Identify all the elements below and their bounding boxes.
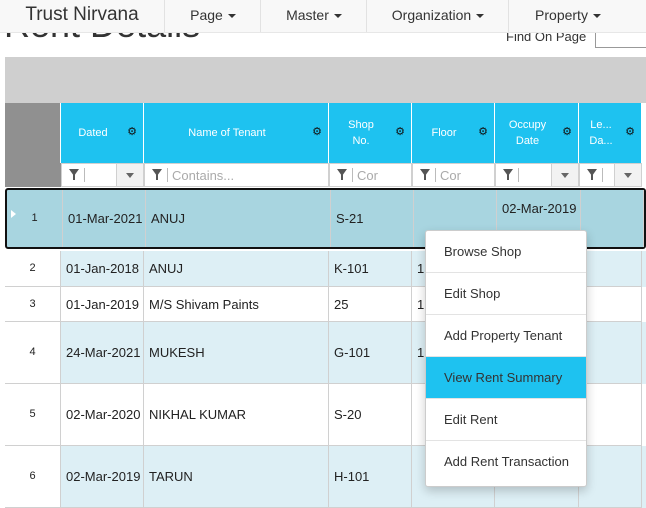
grid-header-row: Dated ⚙ Name of Tenant ⚙ Shop No. ⚙ Floo… <box>5 103 646 163</box>
filter-icon[interactable] <box>337 169 347 180</box>
filter-shop-no[interactable]: Cor <box>329 163 412 187</box>
column-settings-icon[interactable]: ⚙ <box>395 125 405 138</box>
dropdown-arrow-icon[interactable] <box>116 164 143 186</box>
cell-lease <box>581 190 644 247</box>
column-header-occupy-date[interactable]: Occupy Date ⚙ <box>495 103 579 163</box>
cell-name: ANUJ <box>146 190 331 247</box>
caret-down-icon <box>333 14 342 19</box>
nav-page-label: Page <box>190 7 223 23</box>
filter-selector-cell <box>5 163 61 187</box>
nav-master-menu[interactable]: Master <box>260 0 367 32</box>
nav-organization-menu[interactable]: Organization <box>366 0 509 32</box>
cell-shop: K-101 <box>329 251 412 287</box>
filter-occupy-date[interactable] <box>495 163 579 187</box>
caret-down-icon <box>476 14 485 19</box>
dropdown-arrow-icon[interactable] <box>551 164 578 186</box>
column-header-floor[interactable]: Floor ⚙ <box>412 103 495 163</box>
column-header-shop-no[interactable]: Shop No. ⚙ <box>329 103 412 163</box>
column-header-dated[interactable]: Dated ⚙ <box>61 103 144 163</box>
cell-lease <box>579 287 642 322</box>
filter-shop-placeholder: Cor <box>357 168 378 183</box>
cell-shop: 25 <box>329 287 412 322</box>
nav-page-menu[interactable]: Page <box>164 0 261 32</box>
nav-master-label: Master <box>286 7 329 23</box>
cell-dated-text: 02-Mar-2020 <box>66 407 141 422</box>
cell-dated: 02-Mar-2020 <box>61 384 144 446</box>
cell-dated: 01-Mar-2021 <box>63 190 146 247</box>
nav-organization-label: Organization <box>391 7 472 23</box>
column-settings-icon[interactable]: ⚙ <box>625 125 635 138</box>
cell-lease <box>579 384 642 446</box>
filter-icon[interactable] <box>587 169 597 180</box>
cell-dated: 02-Mar-2019 <box>61 446 144 508</box>
cell-name: NIKHAL KUMAR <box>144 384 329 446</box>
column-label: Occupy Date <box>508 119 547 147</box>
cell-dated: 24-Mar-2021 <box>61 322 144 384</box>
cell-dated: 01-Jan-2018 <box>61 251 144 287</box>
column-header-name-of-tenant[interactable]: Name of Tenant ⚙ <box>144 103 329 163</box>
row-selector-header <box>5 103 61 163</box>
cell-name: ANUJ <box>144 251 329 287</box>
cell-lease <box>579 446 642 508</box>
cell-shop: S-20 <box>329 384 412 446</box>
menu-item-view-rent-summary[interactable]: View Rent Summary <box>426 357 586 399</box>
cell-shop: S-21 <box>331 190 414 247</box>
cell-occupy-text: 02-Mar-2019 <box>502 201 577 216</box>
menu-item-edit-rent[interactable]: Edit Rent <box>426 399 586 441</box>
cell-lease <box>579 322 642 384</box>
column-settings-icon[interactable]: ⚙ <box>478 125 488 138</box>
grid-filter-row: Contains... Cor Cor <box>5 163 646 187</box>
filter-floor[interactable]: Cor <box>412 163 495 187</box>
row-number: 6 <box>5 446 61 508</box>
menu-item-browse-shop[interactable]: Browse Shop <box>426 231 586 273</box>
menu-item-add-rent-transaction[interactable]: Add Rent Transaction <box>426 441 586 483</box>
column-header-lease-date[interactable]: Le... Da... ⚙ <box>579 103 642 163</box>
row-number: 5 <box>5 384 61 446</box>
column-settings-icon[interactable]: ⚙ <box>127 125 137 138</box>
nav-property-menu[interactable]: Property <box>508 0 627 32</box>
row-number: 4 <box>5 322 61 384</box>
menu-item-edit-shop[interactable]: Edit Shop <box>426 273 586 315</box>
row-number: 2 <box>5 251 61 287</box>
filter-floor-placeholder: Cor <box>440 168 461 183</box>
cell-dated: 01-Jan-2019 <box>61 287 144 322</box>
cell-name: M/S Shivam Paints <box>144 287 329 322</box>
cell-dated-text: 02-Mar-2019 <box>66 469 141 484</box>
filter-lease-date[interactable] <box>579 163 642 187</box>
cell-name: TARUN <box>144 446 329 508</box>
column-settings-icon[interactable]: ⚙ <box>562 125 572 138</box>
dropdown-arrow-icon[interactable] <box>614 164 641 186</box>
brand-logo[interactable]: Trust Nirvana <box>0 0 164 32</box>
caret-down-icon <box>592 14 601 19</box>
column-label: Name of Tenant <box>188 127 266 139</box>
nav-property-label: Property <box>535 7 588 23</box>
filter-name-placeholder: Contains... <box>172 168 235 183</box>
column-label: Shop No. <box>348 119 374 147</box>
row-number: 3 <box>5 287 61 322</box>
filter-icon[interactable] <box>420 169 430 180</box>
column-label: Le... Da... <box>589 119 613 147</box>
filter-name-of-tenant[interactable]: Contains... <box>144 163 329 187</box>
column-settings-icon[interactable]: ⚙ <box>312 125 322 138</box>
filter-icon[interactable] <box>503 169 513 180</box>
grid-group-panel <box>5 57 646 103</box>
cell-lease <box>579 251 642 287</box>
cell-shop: H-101 <box>329 446 412 508</box>
filter-icon[interactable] <box>69 169 79 180</box>
cell-dated-text: 01-Mar-2021 <box>68 211 143 226</box>
top-navbar: Trust Nirvana Page Master Organization P… <box>0 0 646 33</box>
menu-item-add-property-tenant[interactable]: Add Property Tenant <box>426 315 586 357</box>
column-label: Floor <box>431 127 457 139</box>
filter-icon[interactable] <box>152 169 162 180</box>
cell-shop: G-101 <box>329 322 412 384</box>
cell-name: MUKESH <box>144 322 329 384</box>
column-label: Dated <box>78 127 108 139</box>
row-context-menu: Browse Shop Edit Shop Add Property Tenan… <box>425 230 587 487</box>
row-number: 1 <box>7 190 63 247</box>
caret-down-icon <box>227 14 236 19</box>
cell-dated-text: 24-Mar-2021 <box>66 345 141 360</box>
filter-dated[interactable] <box>61 163 144 187</box>
